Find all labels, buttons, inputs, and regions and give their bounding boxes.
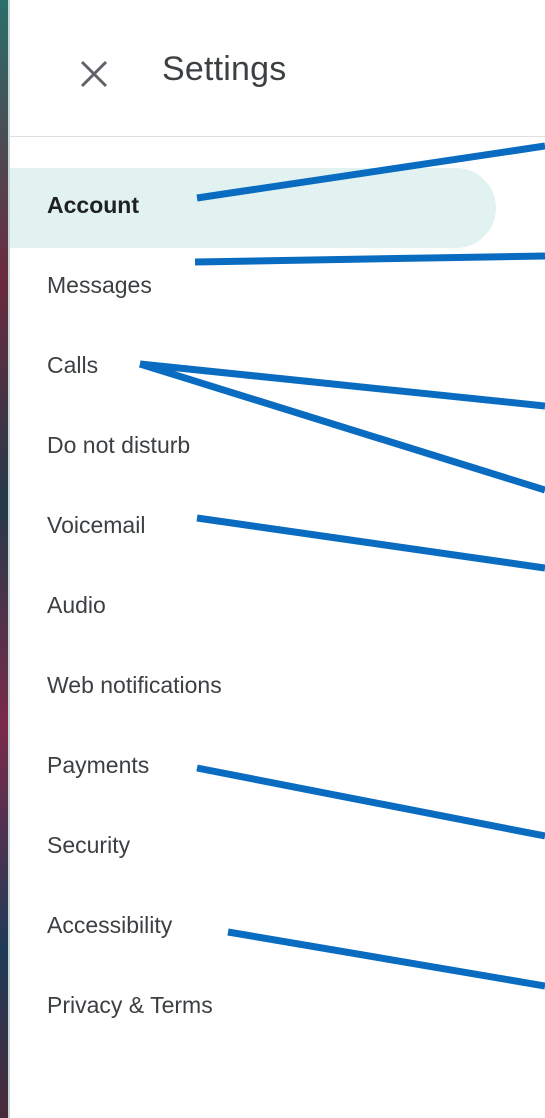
nav-item-label: Messages: [47, 272, 152, 298]
nav-item-privacy-terms[interactable]: Privacy & Terms: [10, 968, 496, 1048]
close-icon[interactable]: [72, 52, 116, 96]
nav-item-label: Audio: [47, 592, 106, 618]
nav-item-web-notifications[interactable]: Web notifications: [10, 648, 496, 728]
nav-item-label: Do not disturb: [47, 432, 191, 458]
nav-item-voicemail[interactable]: Voicemail: [10, 488, 496, 568]
page-title: Settings: [162, 50, 287, 88]
nav-item-label: Web notifications: [47, 672, 222, 698]
nav-item-payments[interactable]: Payments: [10, 728, 496, 808]
nav-item-do-not-disturb[interactable]: Do not disturb: [10, 408, 496, 488]
nav-item-audio[interactable]: Audio: [10, 568, 496, 648]
nav-item-accessibility[interactable]: Accessibility: [10, 888, 496, 968]
nav-item-calls[interactable]: Calls: [10, 328, 496, 408]
nav-item-label: Security: [47, 832, 131, 858]
nav-item-label: Payments: [47, 752, 150, 778]
nav-item-security[interactable]: Security: [10, 808, 496, 888]
window-edge: [0, 0, 8, 1118]
nav-item-label: Privacy & Terms: [47, 992, 213, 1018]
nav-item-account[interactable]: Account: [10, 168, 496, 248]
nav-item-label: Accessibility: [47, 912, 173, 938]
nav-item-messages[interactable]: Messages: [10, 248, 496, 328]
nav-item-label: Account: [47, 192, 139, 218]
nav-item-label: Calls: [47, 352, 99, 378]
nav-item-label: Voicemail: [47, 512, 146, 538]
settings-header: Settings: [10, 0, 545, 137]
